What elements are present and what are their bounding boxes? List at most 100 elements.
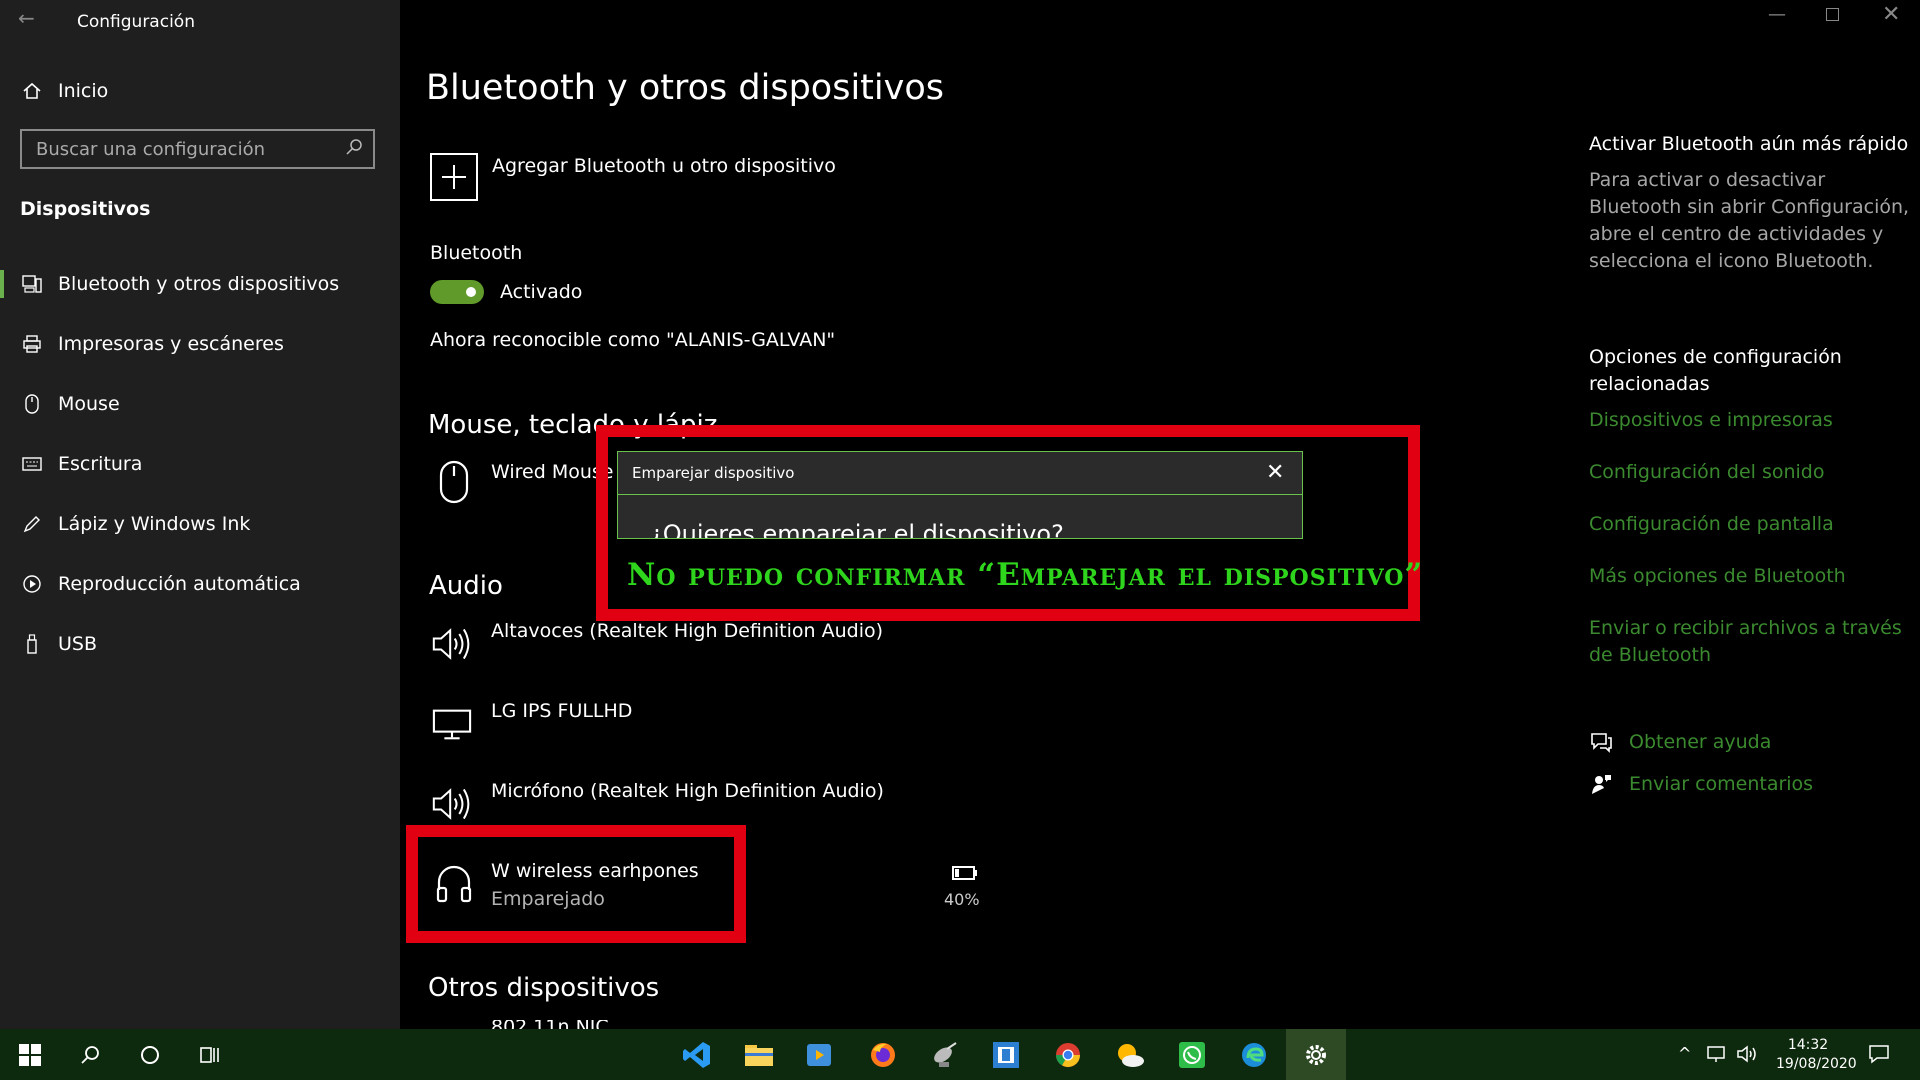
bluetooth-devices-icon xyxy=(20,272,44,296)
other-section-title: Otros dispositivos xyxy=(428,973,660,1003)
whatsapp-icon[interactable] xyxy=(1162,1029,1222,1080)
weather-icon[interactable] xyxy=(1100,1029,1160,1080)
back-arrow-icon[interactable]: ← xyxy=(18,6,35,30)
other-device-partial-clip: 802.11n NIC xyxy=(491,1020,609,1029)
mouse-icon xyxy=(20,392,44,416)
sidebar-item-pen[interactable]: Lápiz y Windows Ink xyxy=(0,496,400,552)
plus-icon xyxy=(442,165,466,189)
satellite-app-icon[interactable] xyxy=(914,1029,974,1080)
notifications-icon[interactable] xyxy=(1868,1043,1890,1069)
task-view-icon[interactable] xyxy=(180,1029,240,1080)
maximize-button[interactable] xyxy=(1826,8,1839,21)
paired-device-highlight-box xyxy=(406,825,746,943)
sidebar-item-mouse[interactable]: Mouse xyxy=(0,376,400,432)
video-app-icon[interactable] xyxy=(789,1029,849,1080)
speaker-icon xyxy=(432,782,472,826)
related-title-line: relacionadas xyxy=(1589,373,1710,395)
file-explorer-icon[interactable] xyxy=(729,1029,789,1080)
clock-time: 14:32 xyxy=(1787,1037,1829,1053)
bluetooth-label: Bluetooth xyxy=(430,242,523,264)
windows-logo-icon xyxy=(19,1043,41,1066)
tip-line: Bluetooth sin abrir Configuración, xyxy=(1589,196,1910,218)
tip-text: Para activar o desactivar Bluetooth sin … xyxy=(1589,167,1909,275)
sidebar-item-label: Mouse xyxy=(58,393,120,415)
sidebar-item-bluetooth[interactable]: Bluetooth y otros dispositivos xyxy=(0,256,400,312)
link-sound-settings[interactable]: Configuración del sonido xyxy=(1589,459,1825,486)
settings-taskbar-button[interactable] xyxy=(1286,1029,1346,1080)
help-link[interactable]: Obtener ayuda xyxy=(1629,729,1771,756)
home-icon xyxy=(20,79,44,103)
firefox-icon[interactable] xyxy=(853,1029,913,1080)
clock-date: 19/08/2020 xyxy=(1776,1056,1857,1072)
battery-level: 40% xyxy=(944,890,980,909)
search-icon xyxy=(345,138,363,161)
taskbar-search-icon[interactable] xyxy=(60,1029,120,1080)
sidebar-item-label: USB xyxy=(58,633,98,655)
toggle-knob xyxy=(466,287,476,297)
sidebar-item-printers[interactable]: Impresoras y escáneres xyxy=(0,316,400,372)
sidebar-item-label: Lápiz y Windows Ink xyxy=(58,513,251,535)
nav-home-label: Inicio xyxy=(58,80,109,102)
edge-icon[interactable] xyxy=(1224,1029,1284,1080)
nav-home[interactable]: Inicio xyxy=(0,63,400,119)
printer-icon xyxy=(20,332,44,356)
link-text: de Bluetooth xyxy=(1589,644,1712,666)
usb-icon xyxy=(20,632,44,656)
cortana-icon[interactable] xyxy=(120,1029,180,1080)
sidebar-item-autoplay[interactable]: Reproducción automática xyxy=(0,556,400,612)
other-device-name[interactable]: 802.11n NIC xyxy=(491,1020,609,1029)
related-title-line: Opciones de configuración xyxy=(1589,346,1842,368)
sidebar-item-label: Bluetooth y otros dispositivos xyxy=(58,273,340,295)
volume-icon[interactable] xyxy=(1736,1044,1758,1068)
link-more-bluetooth[interactable]: Más opciones de Bluetooth xyxy=(1589,563,1846,590)
link-devices-printers[interactable]: Dispositivos e impresoras xyxy=(1589,407,1833,434)
sidebar-item-label: Escritura xyxy=(58,453,143,475)
dialog-question: ¿Quieres emparejar el dispositivo? xyxy=(650,520,1064,539)
pen-icon xyxy=(20,512,44,536)
battery-icon xyxy=(952,865,978,885)
link-text: Configuración de pantalla xyxy=(1589,513,1834,535)
autoplay-icon xyxy=(20,572,44,596)
link-send-receive-files[interactable]: Enviar o recibir archivos a través de Bl… xyxy=(1589,615,1902,669)
sidebar-item-label: Reproducción automática xyxy=(58,573,301,595)
start-button[interactable] xyxy=(0,1029,60,1080)
dialog-close-icon[interactable]: ✕ xyxy=(1266,460,1284,485)
bluetooth-toggle[interactable] xyxy=(430,280,484,304)
mouse-icon xyxy=(434,460,474,504)
minimize-button[interactable]: — xyxy=(1768,4,1786,25)
tip-title: Activar Bluetooth aún más rápido xyxy=(1589,133,1909,155)
active-indicator xyxy=(0,270,4,298)
chrome-icon[interactable] xyxy=(1038,1029,1098,1080)
audio-device-name[interactable]: Altavoces (Realtek High Definition Audio… xyxy=(491,620,883,642)
link-text: Configuración del sonido xyxy=(1589,461,1825,483)
blue-app-icon[interactable] xyxy=(976,1029,1036,1080)
add-device-label[interactable]: Agregar Bluetooth u otro dispositivo xyxy=(492,155,836,177)
chevron-up-icon[interactable]: ^ xyxy=(1678,1044,1691,1063)
feedback-link[interactable]: Enviar comentarios xyxy=(1629,771,1813,798)
close-button[interactable]: ✕ xyxy=(1882,2,1900,27)
bluetooth-state: Activado xyxy=(500,281,583,303)
sidebar-item-typing[interactable]: Escritura xyxy=(0,436,400,492)
link-display-settings[interactable]: Configuración de pantalla xyxy=(1589,511,1834,538)
pair-device-dialog: Emparejar dispositivo ✕ ¿Quieres emparej… xyxy=(617,451,1303,539)
link-text: Enviar o recibir archivos a través xyxy=(1589,617,1902,639)
network-icon[interactable] xyxy=(1706,1044,1728,1068)
clock[interactable]: 14:32 19/08/2020 xyxy=(1776,1036,1857,1074)
sidebar-item-usb[interactable]: USB xyxy=(0,616,400,672)
audio-section-title: Audio xyxy=(429,571,503,601)
discoverable-text: Ahora reconocible como "ALANIS-GALVAN" xyxy=(430,329,836,351)
search-input[interactable]: Buscar una configuración xyxy=(20,129,375,169)
section-title: Dispositivos xyxy=(20,198,151,220)
audio-device-name[interactable]: Micrófono (Realtek High Definition Audio… xyxy=(491,780,884,802)
tip-line: abre el centro de actividades y xyxy=(1589,223,1884,245)
search-placeholder: Buscar una configuración xyxy=(36,138,265,160)
add-device-button[interactable] xyxy=(430,153,478,201)
monitor-icon xyxy=(432,702,472,746)
sidebar-item-label: Impresoras y escáneres xyxy=(58,333,284,355)
tip-line: Para activar o desactivar xyxy=(1589,169,1826,191)
gear-icon xyxy=(1306,1044,1326,1065)
dialog-divider xyxy=(618,494,1302,495)
annotation-caption: No puedo confirmar “Emparejar el disposi… xyxy=(627,557,1424,593)
audio-device-name[interactable]: LG IPS FULLHD xyxy=(491,700,632,722)
vscode-icon[interactable] xyxy=(667,1029,727,1080)
